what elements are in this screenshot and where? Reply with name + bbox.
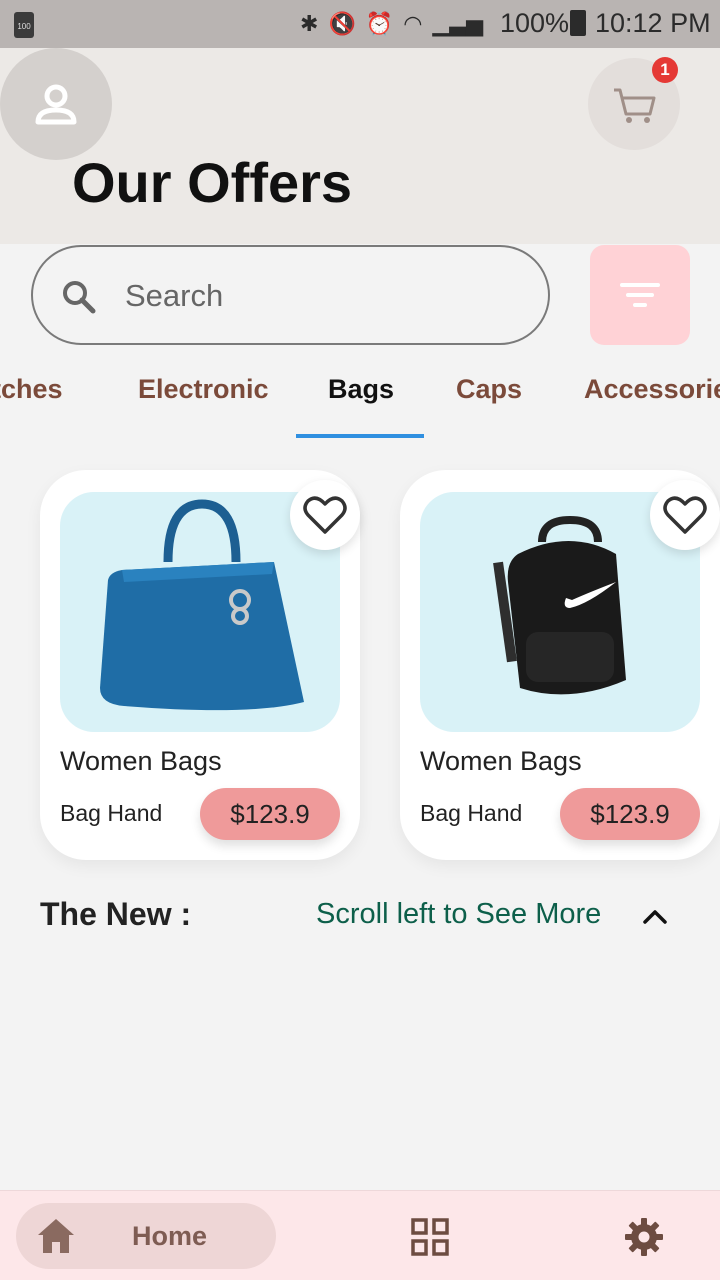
bottom-navigation: Home: [0, 1190, 720, 1280]
chevron-up-icon[interactable]: [640, 902, 670, 932]
scroll-hint-link[interactable]: Scroll left to See More: [316, 898, 601, 931]
product-price[interactable]: $123.9: [560, 788, 700, 840]
battery-small-icon: 100: [14, 12, 34, 38]
product-card[interactable]: Women Bags Bag Hand $123.9: [40, 470, 360, 860]
filter-button[interactable]: [590, 245, 690, 345]
product-card[interactable]: Women Bags Bag Hand $123.9: [400, 470, 720, 860]
bluetooth-icon: ✱: [300, 11, 319, 36]
battery-percent: 100%: [500, 8, 570, 38]
section-title: The New :: [40, 896, 192, 932]
profile-button[interactable]: [0, 48, 112, 160]
product-name: Women Bags: [420, 746, 582, 776]
tab-bags[interactable]: Bags: [328, 374, 394, 405]
status-icons: ✱ 🔇 ⏰ ◠ ▁▃▅: [300, 8, 483, 40]
product-subtitle: Bag Hand: [420, 800, 523, 826]
battery-icon: [570, 10, 586, 36]
tab-watches[interactable]: tches: [0, 374, 63, 405]
product-price[interactable]: $123.9: [200, 788, 340, 840]
favorite-button[interactable]: [650, 480, 720, 550]
tab-electronic[interactable]: Electronic: [138, 374, 269, 405]
search-icon: [63, 281, 96, 314]
heart-icon: [663, 496, 707, 534]
favorite-button[interactable]: [290, 480, 360, 550]
wifi-icon: ◠: [403, 11, 423, 36]
mute-icon: 🔇: [328, 11, 356, 36]
user-icon: [35, 84, 77, 125]
heart-icon: [303, 496, 347, 534]
tab-caps[interactable]: Caps: [456, 374, 522, 405]
product-subtitle: Bag Hand: [60, 800, 163, 826]
product-name: Women Bags: [60, 746, 222, 776]
gear-icon[interactable]: [624, 1217, 664, 1257]
home-icon: [38, 1219, 74, 1253]
clock: 10:12 PM: [595, 8, 711, 38]
status-bar: 100 ✱ 🔇 ⏰ ◠ ▁▃▅ 100% 10:12 PM: [0, 0, 720, 48]
cart-count-badge: 1: [652, 57, 678, 83]
active-tab-indicator: [296, 434, 424, 438]
filter-icon: [620, 283, 660, 307]
page-title: Our Offers: [72, 151, 353, 214]
grid-icon[interactable]: [410, 1217, 450, 1257]
search-bar[interactable]: [31, 245, 550, 345]
alarm-icon: ⏰: [365, 11, 394, 36]
tab-accessories[interactable]: Accessorie: [584, 374, 720, 405]
signal-icon: ▁▃▅: [432, 11, 484, 36]
nav-home-label: Home: [132, 1221, 208, 1251]
search-input[interactable]: [125, 271, 505, 321]
category-tabs: tches Electronic Bags Caps Accessorie: [0, 360, 720, 440]
nav-home[interactable]: Home: [16, 1203, 276, 1269]
